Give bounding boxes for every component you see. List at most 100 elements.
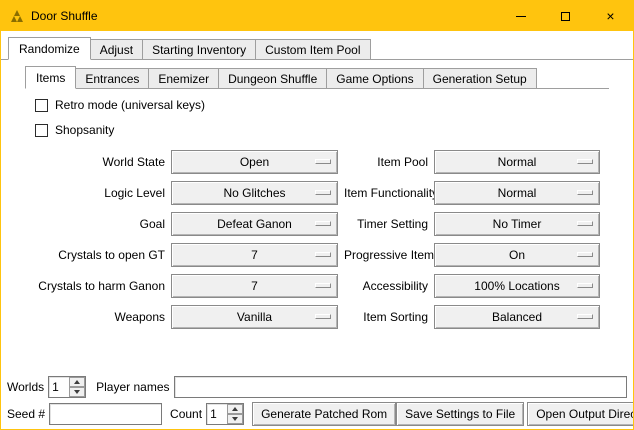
progressive-items-label: Progressive Items — [344, 243, 428, 267]
close-icon: × — [606, 9, 614, 23]
dropdown-indicator-icon — [315, 283, 331, 288]
item-pool-dropdown[interactable]: Normal — [434, 150, 600, 174]
minimize-button[interactable] — [498, 1, 543, 31]
tab-dungeon-shuffle[interactable]: Dungeon Shuffle — [218, 68, 327, 88]
save-settings-button[interactable]: Save Settings to File — [396, 402, 524, 426]
dropdown-indicator-icon — [315, 314, 331, 319]
accessibility-dropdown[interactable]: 100% Locations — [434, 274, 600, 298]
shopsanity-row: Shopsanity — [35, 122, 609, 138]
worlds-label: Worlds — [7, 380, 44, 394]
spin-down-icon[interactable] — [227, 414, 243, 424]
crystals-open-gt-label: Crystals to open GT — [25, 243, 165, 267]
dropdown-indicator-icon — [315, 190, 331, 195]
world-state-value: Open — [240, 155, 269, 169]
dropdown-indicator-icon — [577, 314, 593, 319]
weapons-label: Weapons — [25, 305, 165, 329]
spin-down-icon[interactable] — [69, 387, 85, 397]
maximize-button[interactable] — [543, 1, 588, 31]
timer-setting-value: No Timer — [493, 217, 542, 231]
spin-arrows — [227, 404, 243, 424]
retro-mode-row: Retro mode (universal keys) — [35, 97, 609, 113]
count-value: 1 — [207, 404, 227, 424]
player-names-label: Player names — [96, 380, 169, 394]
goal-label: Goal — [25, 212, 165, 236]
progressive-items-dropdown[interactable]: On — [434, 243, 600, 267]
outer-tabbar: Randomize Adjust Starting Inventory Cust… — [1, 37, 633, 60]
generate-patched-rom-button[interactable]: Generate Patched Rom — [252, 402, 396, 426]
logic-level-label: Logic Level — [25, 181, 165, 205]
goal-dropdown[interactable]: Defeat Ganon — [171, 212, 338, 236]
item-pool-value: Normal — [498, 155, 537, 169]
spin-up-icon[interactable] — [227, 404, 243, 414]
item-sorting-value: Balanced — [492, 310, 542, 324]
timer-setting-label: Timer Setting — [344, 212, 428, 236]
dropdown-indicator-icon — [577, 283, 593, 288]
worlds-row: Worlds 1 Player names — [7, 376, 627, 398]
item-pool-label: Item Pool — [344, 150, 428, 174]
tab-randomize[interactable]: Randomize — [8, 37, 91, 60]
logic-level-value: No Glitches — [223, 186, 285, 200]
tab-starting-inventory[interactable]: Starting Inventory — [142, 39, 256, 59]
crystals-harm-ganon-dropdown[interactable]: 7 — [171, 274, 338, 298]
bottom-bar: Worlds 1 Player names Seed # Count 1 — [1, 374, 633, 429]
item-functionality-value: Normal — [498, 186, 537, 200]
close-button[interactable]: × — [588, 1, 633, 31]
spin-up-icon[interactable] — [69, 377, 85, 387]
player-names-input[interactable] — [174, 376, 628, 398]
retro-mode-checkbox[interactable] — [35, 99, 48, 112]
inner-notebook: Items Entrances Enemizer Dungeon Shuffle… — [25, 66, 609, 329]
crystals-open-gt-dropdown[interactable]: 7 — [171, 243, 338, 267]
inner-tabbar: Items Entrances Enemizer Dungeon Shuffle… — [25, 66, 609, 89]
app-icon — [9, 8, 25, 24]
weapons-value: Vanilla — [237, 310, 272, 324]
dropdown-indicator-icon — [577, 221, 593, 226]
tab-entrances[interactable]: Entrances — [75, 68, 149, 88]
tab-custom-item-pool[interactable]: Custom Item Pool — [255, 39, 370, 59]
dropdown-indicator-icon — [577, 252, 593, 257]
shopsanity-label: Shopsanity — [55, 123, 114, 137]
crystals-harm-ganon-value: 7 — [251, 279, 258, 293]
worlds-spinbox[interactable]: 1 — [48, 376, 86, 398]
accessibility-value: 100% Locations — [474, 279, 559, 293]
item-sorting-dropdown[interactable]: Balanced — [434, 305, 600, 329]
timer-setting-dropdown[interactable]: No Timer — [434, 212, 600, 236]
minimize-icon — [516, 16, 526, 17]
logic-level-dropdown[interactable]: No Glitches — [171, 181, 338, 205]
weapons-dropdown[interactable]: Vanilla — [171, 305, 338, 329]
window-title: Door Shuffle — [31, 9, 98, 23]
app-window: Door Shuffle × Randomize Adjust Starting… — [0, 0, 634, 430]
dropdown-indicator-icon — [315, 159, 331, 164]
window-controls: × — [498, 1, 633, 31]
tab-adjust[interactable]: Adjust — [90, 39, 143, 59]
goal-value: Defeat Ganon — [217, 217, 292, 231]
items-pane: Retro mode (universal keys) Shopsanity W… — [25, 89, 609, 329]
open-output-directory-button[interactable]: Open Output Directory — [527, 402, 634, 426]
seed-row: Seed # Count 1 Generate Patched Rom Save… — [7, 402, 627, 426]
crystals-open-gt-value: 7 — [251, 248, 258, 262]
accessibility-label: Accessibility — [344, 274, 428, 298]
count-spinbox[interactable]: 1 — [206, 403, 244, 425]
dropdown-indicator-icon — [315, 221, 331, 226]
shopsanity-checkbox[interactable] — [35, 124, 48, 137]
dropdown-indicator-icon — [577, 159, 593, 164]
world-state-dropdown[interactable]: Open — [171, 150, 338, 174]
item-functionality-label: Item Functionality — [344, 181, 428, 205]
item-sorting-label: Item Sorting — [344, 305, 428, 329]
seed-label: Seed # — [7, 407, 45, 421]
crystals-harm-ganon-label: Crystals to harm Ganon — [25, 274, 165, 298]
tab-game-options[interactable]: Game Options — [326, 68, 423, 88]
tab-items[interactable]: Items — [25, 66, 76, 89]
maximize-icon — [561, 12, 570, 21]
count-label: Count — [170, 407, 202, 421]
worlds-value: 1 — [49, 377, 69, 397]
dropdown-indicator-icon — [577, 190, 593, 195]
dropdown-indicator-icon — [315, 252, 331, 257]
world-state-label: World State — [25, 150, 165, 174]
seed-input[interactable] — [49, 403, 162, 425]
item-functionality-dropdown[interactable]: Normal — [434, 181, 600, 205]
titlebar: Door Shuffle × — [1, 1, 633, 31]
progressive-items-value: On — [509, 248, 525, 262]
tab-enemizer[interactable]: Enemizer — [148, 68, 219, 88]
tab-generation-setup[interactable]: Generation Setup — [423, 68, 537, 88]
spin-arrows — [69, 377, 85, 397]
